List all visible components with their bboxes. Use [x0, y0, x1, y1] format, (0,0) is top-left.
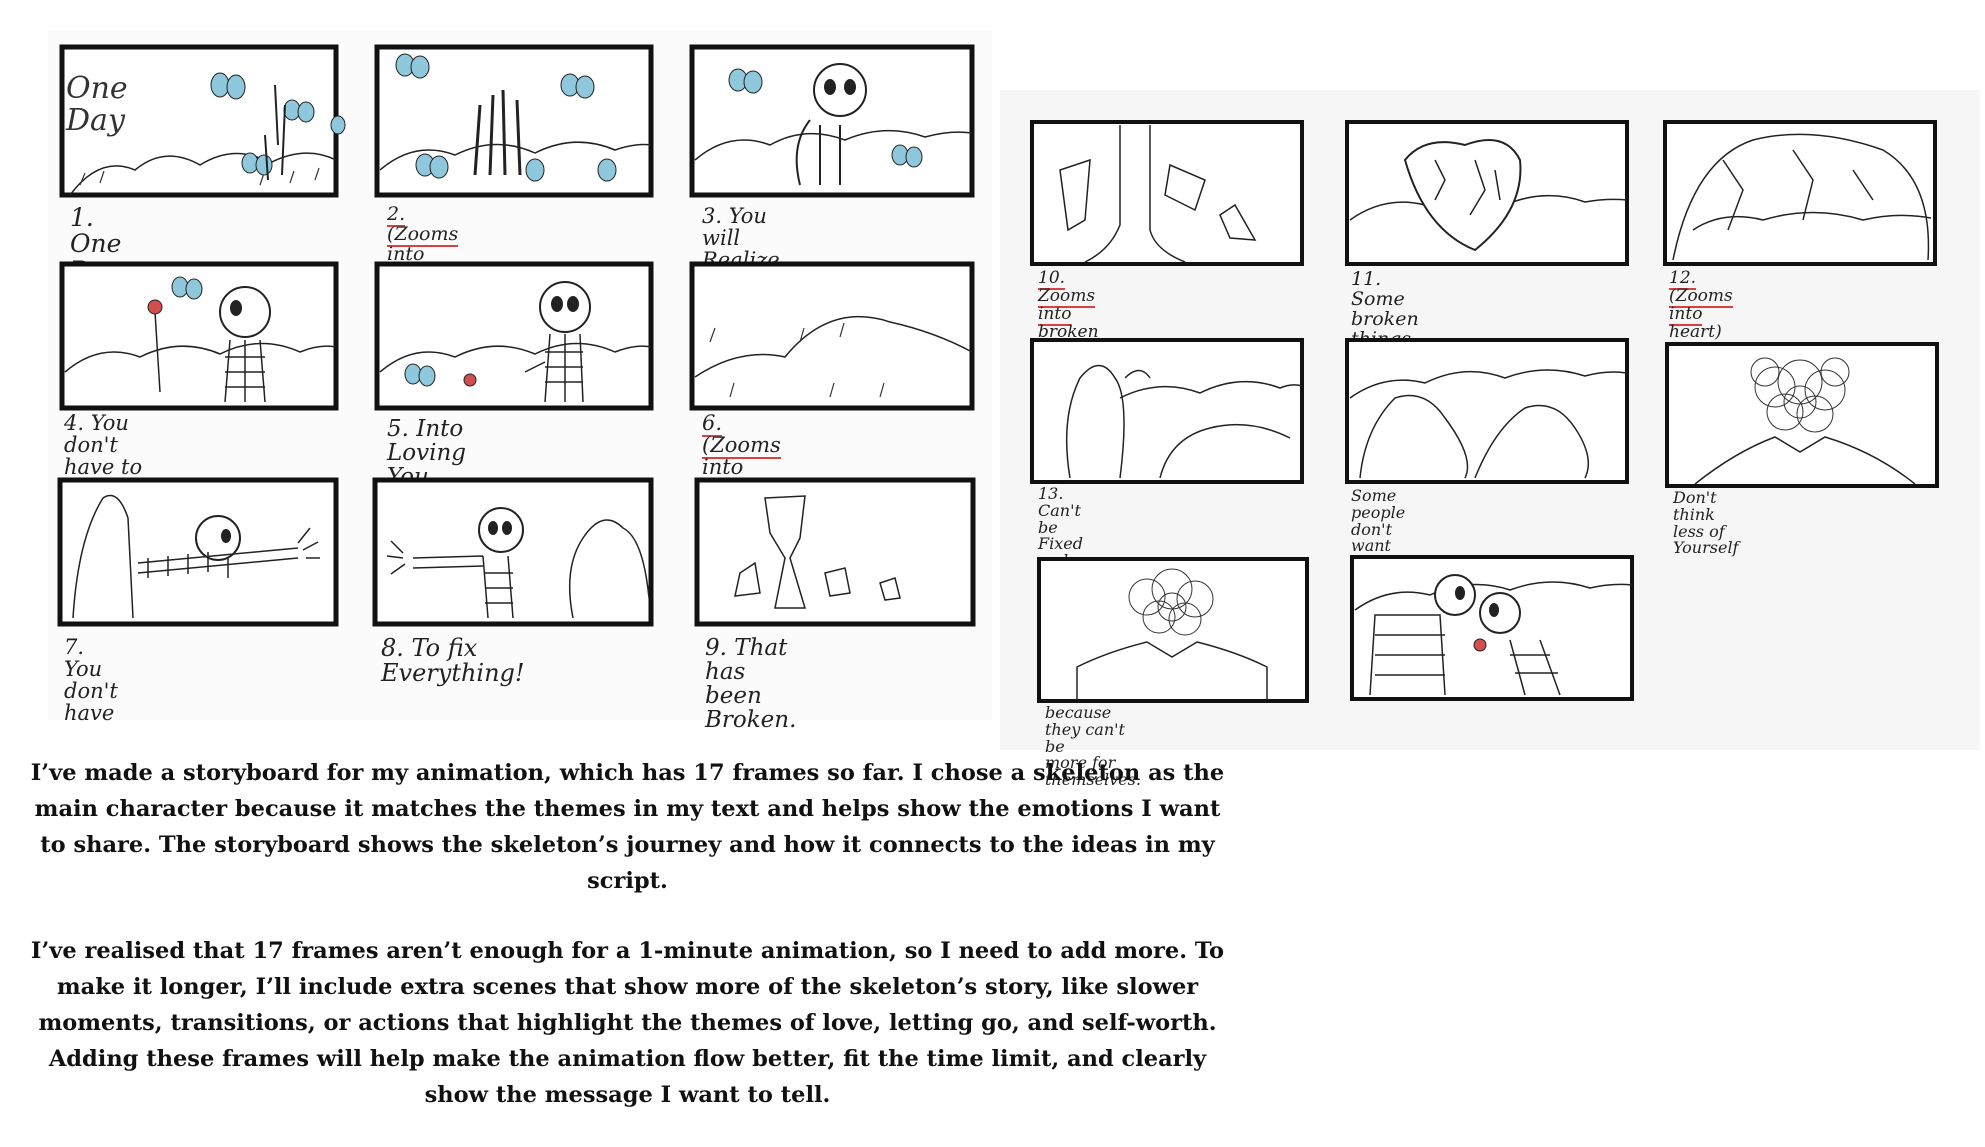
frame-2-drawing	[374, 44, 654, 198]
description-paragraph-1: I’ve made a storyboard for my animation,…	[30, 760, 1225, 894]
frame-17-drawing	[1350, 555, 1634, 701]
frame-5-drawing	[374, 261, 654, 411]
frame-10-drawing	[1030, 120, 1304, 266]
frame-4-drawing	[59, 261, 339, 411]
frame-16-drawing	[1037, 557, 1309, 703]
frame-caption: Don't think less of Yourself	[1673, 488, 1739, 558]
frame-caption: 12. (Zooms into heart)	[1669, 268, 1733, 344]
frame-6-drawing	[689, 261, 975, 411]
frame-1-handwritten-text: One Day	[66, 71, 128, 138]
frame-12-drawing	[1663, 120, 1937, 266]
frame-13-drawing	[1030, 338, 1304, 484]
frame-8-drawing	[372, 477, 654, 627]
caption-text: 12. (Zooms into heart)	[1669, 268, 1733, 344]
frame-9-drawing	[694, 477, 976, 627]
frame-caption: 8. To fix Everything!	[381, 634, 525, 688]
frame-3-drawing	[689, 44, 975, 198]
storyboard-description: I’ve made a storyboard for my animation,…	[20, 755, 1235, 1147]
frame-15-drawing	[1665, 342, 1939, 488]
frame-7-drawing	[57, 477, 339, 627]
frame-11-drawing	[1345, 120, 1629, 266]
frame-caption: 7. You don't have	[64, 635, 118, 726]
description-paragraph-2: I’ve realised that 17 frames aren’t enou…	[30, 938, 1225, 1108]
frame-caption: 9. That has been Broken.	[705, 635, 797, 734]
frame-14-drawing	[1345, 338, 1629, 484]
